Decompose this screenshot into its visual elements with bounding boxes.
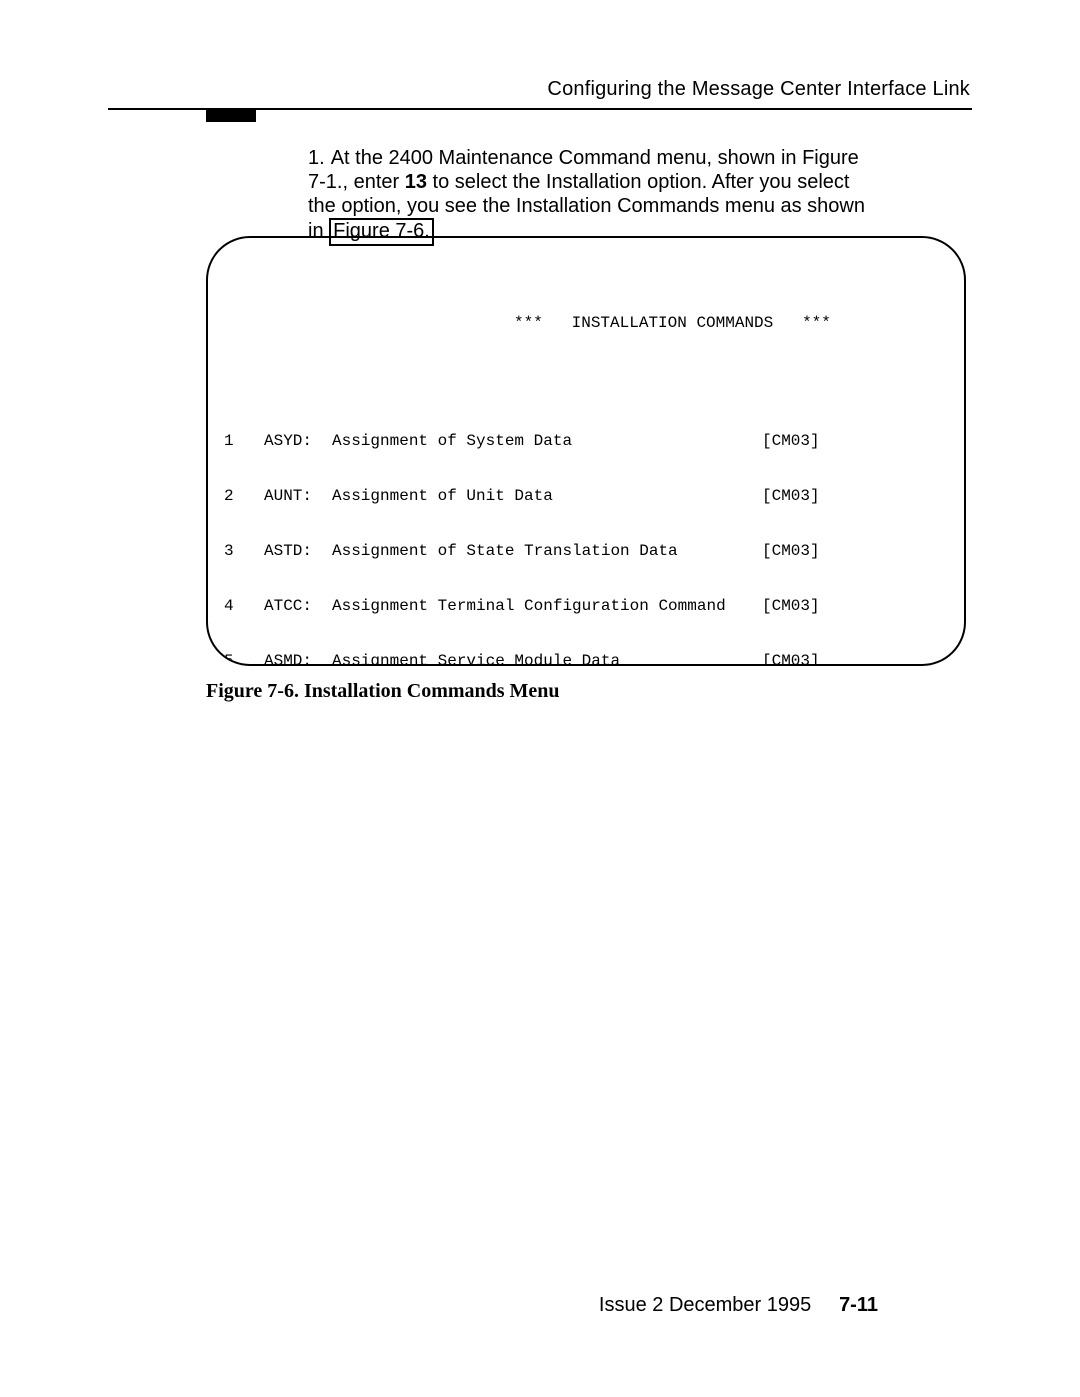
terminal-menu-row: 3 ASTD: Assignment of State Translation … [224, 542, 948, 561]
menu-item-number: 5 [224, 652, 264, 666]
menu-item-desc: Assignment of System Data [332, 432, 762, 451]
terminal-content: *** INSTALLATION COMMANDS *** 1 ASYD: As… [224, 258, 948, 666]
menu-item-desc: Assignment of Unit Data [332, 487, 762, 506]
step-input-value: 13 [405, 171, 427, 193]
menu-item-tag: [CM03] [762, 652, 842, 666]
menu-item-tag: [CM03] [762, 487, 842, 506]
terminal-menu-row: 2 AUNT: Assignment of Unit Data [CM03] [224, 487, 948, 506]
menu-item-code: ATCC: [264, 597, 332, 616]
step-number: 1. [308, 147, 325, 169]
menu-item-code: ASMD: [264, 652, 332, 666]
footer-issue: Issue 2 December 1995 [599, 1294, 811, 1316]
menu-item-number: 2 [224, 487, 264, 506]
terminal-menu-row: 5 ASMD: Assignment Service Module Data [… [224, 652, 948, 666]
figure-caption: Figure 7-6. Installation Commands Menu [206, 680, 560, 703]
menu-item-number: 1 [224, 432, 264, 451]
terminal-menu-row: 1 ASYD: Assignment of System Data [CM03] [224, 432, 948, 451]
terminal-title-stars-right: *** [802, 314, 831, 332]
terminal-title-stars-left: *** [514, 314, 543, 332]
menu-item-desc: Assignment of State Translation Data [332, 542, 762, 561]
terminal-title-row: *** INSTALLATION COMMANDS *** [224, 314, 948, 332]
menu-item-tag: [CM03] [762, 432, 842, 451]
menu-item-code: AUNT: [264, 487, 332, 506]
menu-item-tag: [CM03] [762, 597, 842, 616]
terminal-screen: *** INSTALLATION COMMANDS *** 1 ASYD: As… [206, 236, 966, 666]
menu-item-tag: [CM03] [762, 542, 842, 561]
menu-item-code: ASTD: [264, 542, 332, 561]
menu-item-desc: Assignment Service Module Data [332, 652, 762, 666]
footer-page-number: 7-11 [839, 1294, 878, 1316]
menu-item-number: 3 [224, 542, 264, 561]
menu-item-number: 4 [224, 597, 264, 616]
page-footer: Issue 2 December 1995 7-11 [599, 1294, 878, 1317]
terminal-menu-row: 4 ATCC: Assignment Terminal Configuratio… [224, 597, 948, 616]
menu-item-desc: Assignment Terminal Configuration Comman… [332, 597, 762, 616]
page: Configuring the Message Center Interface… [0, 0, 1080, 1397]
terminal-title: INSTALLATION COMMANDS [572, 314, 774, 332]
header-accent-bar [206, 110, 256, 122]
page-running-head: Configuring the Message Center Interface… [547, 78, 970, 101]
menu-item-code: ASYD: [264, 432, 332, 451]
instruction-step: 1.At the 2400 Maintenance Command menu, … [308, 146, 868, 246]
